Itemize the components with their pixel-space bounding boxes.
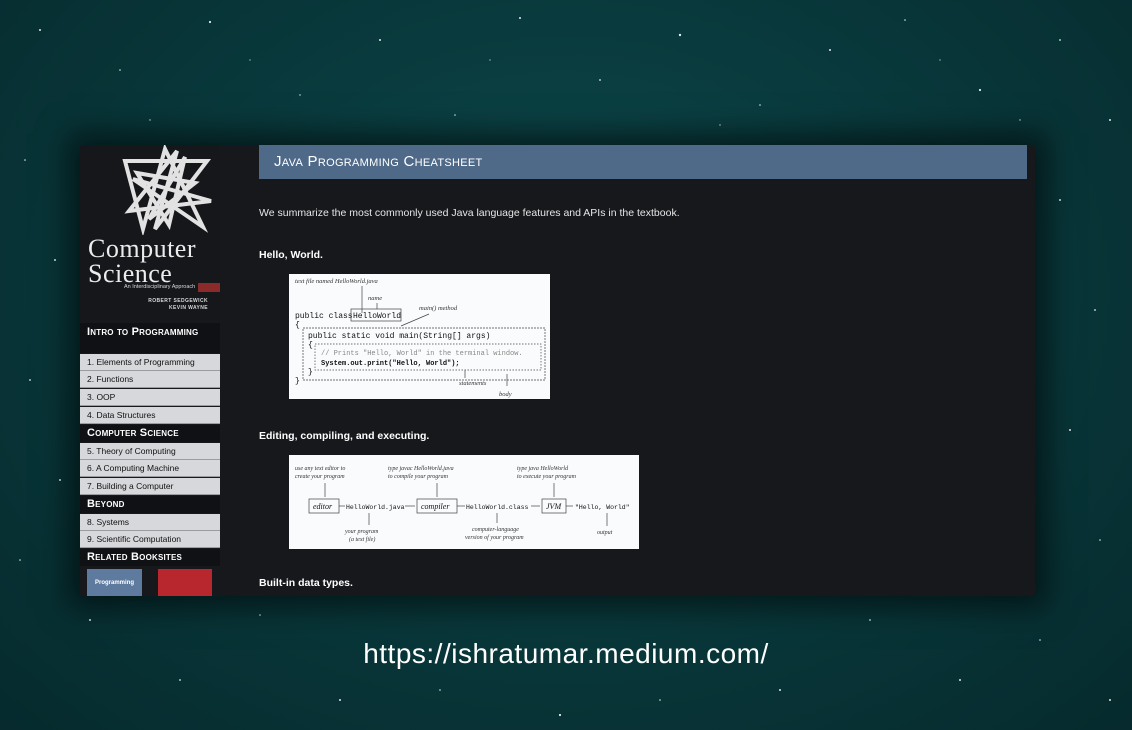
related-booksite-programming-label: Programming: [94, 580, 134, 586]
box-jvm-label: JVM: [546, 502, 562, 511]
label-bytecode-line2: version of your program: [465, 534, 524, 541]
section-heading-data-types: Built-in data types.: [259, 577, 353, 589]
name-label: name: [368, 295, 382, 302]
code-brace-open: {: [295, 321, 300, 330]
label-program-line1: your program: [344, 529, 379, 535]
file-java-label: HelloWorld.java: [346, 504, 405, 511]
sidebar-item-data-structures[interactable]: 4. Data Structures: [80, 407, 220, 424]
sidebar-header-intro[interactable]: Intro to Programming: [80, 323, 220, 353]
section-heading-editing: Editing, compiling, and executing.: [259, 430, 430, 442]
sidebar-item-building-computer[interactable]: 7. Building a Computer: [80, 478, 220, 495]
note-compile-line1: type javac HelloWorld.java: [388, 466, 454, 472]
sidebar-item-systems[interactable]: 8. Systems: [80, 514, 220, 531]
sidebar-header-beyond[interactable]: Beyond: [80, 496, 220, 513]
sidebar-item-oop[interactable]: 3. OOP: [80, 389, 220, 406]
section-heading-hello-world: Hello, World.: [259, 249, 323, 261]
label-output: output: [597, 530, 613, 536]
page-title: Java Programming Cheatsheet: [259, 145, 1027, 179]
statements-label: statements: [459, 380, 487, 387]
sidebar-item-functions[interactable]: 2. Functions: [80, 371, 220, 388]
box-editor-label: editor: [313, 502, 333, 511]
book-logo-icon: [122, 145, 212, 235]
book-subtitle: An Interdisciplinary Approach: [124, 284, 196, 290]
code-class-prefix: public class: [295, 312, 353, 321]
book-author-2: KEVIN WAYNE: [169, 305, 208, 311]
main-content: Java Programming Cheatsheet We summarize…: [220, 145, 1035, 596]
file-note-label: text file named HelloWorld.java: [295, 278, 378, 285]
website-screenshot: Computer Science An Interdisciplinary Ap…: [80, 145, 1035, 596]
code-inner-brace-open: {: [308, 341, 313, 350]
hello-world-diagram: text file named HelloWorld.java name mai…: [289, 274, 550, 399]
note-editor-line1: use any text editor to: [295, 466, 345, 472]
sidebar-item-scientific-computation[interactable]: 9. Scientific Computation: [80, 531, 220, 548]
book-title: Computer Science: [88, 236, 196, 287]
intro-text: We summarize the most commonly used Java…: [259, 207, 680, 219]
sidebar-item-elements-of-programming[interactable]: 1. Elements of Programming: [80, 354, 220, 371]
code-inner-brace-close: }: [308, 368, 313, 377]
sidebar-header-computer-science[interactable]: Computer Science: [80, 425, 220, 442]
sidebar-item-computing-machine[interactable]: 6. A Computing Machine: [80, 460, 220, 477]
book-cover[interactable]: Computer Science An Interdisciplinary Ap…: [80, 145, 220, 320]
code-class-name: HelloWorld: [353, 312, 401, 321]
cover-accent-bar: [198, 283, 220, 292]
related-booksite-programming[interactable]: Programming: [87, 569, 142, 596]
compile-execute-diagram: use any text editor to create your progr…: [289, 455, 639, 549]
label-program-line2: (a text file): [349, 536, 375, 543]
box-compiler-label: compiler: [421, 502, 450, 511]
book-author-1: ROBERT SEDGEWICK: [148, 298, 208, 304]
footer-url: https://ishratumar.medium.com/: [363, 638, 769, 669]
main-method-label: main() method: [419, 305, 458, 312]
file-class-label: HelloWorld.class: [466, 504, 529, 511]
note-execute-line2: to execute your program: [517, 474, 577, 480]
sidebar-item-theory-of-computing[interactable]: 5. Theory of Computing: [80, 443, 220, 460]
code-brace-close: }: [295, 377, 300, 386]
code-print-statement: System.out.print("Hello, World");: [321, 360, 460, 368]
note-compile-line2: to compile your program: [388, 474, 449, 480]
body-label: body: [499, 391, 512, 398]
note-editor-line2: create your program: [295, 474, 345, 480]
sidebar-header-related-booksites[interactable]: Related Booksites: [80, 549, 220, 566]
sidebar: Computer Science An Interdisciplinary Ap…: [80, 145, 220, 596]
related-booksite-second[interactable]: [158, 569, 212, 596]
note-execute-line1: type java HelloWorld: [517, 466, 569, 472]
output-text-label: "Hello, World": [575, 504, 630, 511]
code-comment: // Prints "Hello, World" in the terminal…: [321, 350, 523, 358]
code-method-signature: public static void main(String[] args): [308, 332, 490, 341]
label-bytecode-line1: computer-language: [472, 527, 519, 533]
